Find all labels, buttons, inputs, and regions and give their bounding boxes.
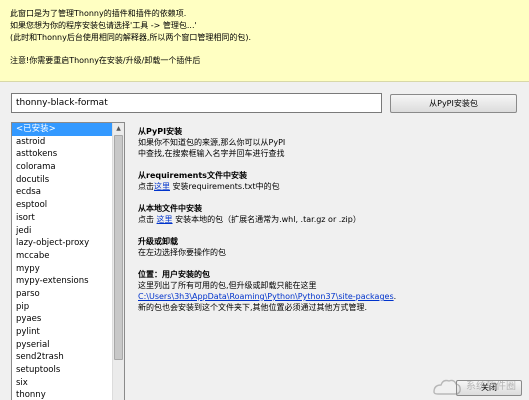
package-list-item[interactable]: setuptools — [12, 364, 112, 377]
pypi-section-line-1: 如果你不知道包的来源,那么你可以从PyPI — [138, 138, 286, 147]
pypi-section: 从PyPI安装 如果你不知道包的来源,那么你可以从PyPI 中查找,在搜索框输入… — [138, 126, 523, 159]
local-file-section: 从本地文件中安装 点击 这里 安装本地的包（扩展名通常为.whl, .tar.g… — [138, 203, 523, 225]
package-list-items: <已安装> astroid asttokens colorama docutils ecd… — [12, 123, 112, 400]
notice-warning: 注意!你需要重启Thonny在安装/升级/卸载一个插件后 — [10, 56, 201, 65]
upgrade-section-title: 升级或卸载 — [138, 237, 178, 246]
package-list-item[interactable]: docutils — [12, 174, 112, 187]
scroll-thumb[interactable] — [114, 135, 123, 360]
package-list-item[interactable]: isort — [12, 212, 112, 225]
package-list-item[interactable]: lazy-object-proxy — [12, 237, 112, 250]
package-list-item[interactable]: pyaes — [12, 313, 112, 326]
pypi-section-title: 从PyPI安装 — [138, 127, 183, 136]
package-list-item[interactable]: mypy — [12, 263, 112, 276]
package-list-item[interactable]: mypy-extensions — [12, 275, 112, 288]
info-panel: 从PyPI安装 如果你不知道包的来源,那么你可以从PyPI 中查找,在搜索框输入… — [138, 126, 523, 324]
package-list-item[interactable]: ecdsa — [12, 186, 112, 199]
package-list-item[interactable]: pylint — [12, 326, 112, 339]
install-from-pypi-button[interactable]: 从PyPI安装包 — [390, 94, 517, 113]
location-section: 位置：用户安装的包 这里列出了所有可用的包,但升级或卸载只能在这里 C:\Use… — [138, 269, 523, 313]
location-section-line-1: 这里列出了所有可用的包,但升级或卸载只能在这里 — [138, 281, 317, 290]
notice-line-3: (此时和Thonny后台使用相同的解释器,所以两个窗口管理相同的包). — [10, 33, 252, 42]
close-button[interactable]: 关闭 — [456, 380, 522, 396]
package-list-item[interactable]: esptool — [12, 199, 112, 212]
notice-line-1: 此窗口是为了管理Thonny的插件和插件的依赖项. — [10, 9, 187, 18]
requirements-section: 从requirements文件中安装 点击这里 安装requirements.t… — [138, 170, 523, 192]
info-notice: 此窗口是为了管理Thonny的插件和插件的依赖项. 如果您想为你的程序安装包请选… — [0, 0, 529, 82]
local-prefix: 点击 — [138, 215, 157, 224]
site-packages-path-link[interactable]: C:\Users\3h3\AppData\Roaming\Python\Pyth… — [138, 292, 394, 301]
notice-line-2: 如果您想为你的程序安装包请选择'工具 -> 管理包...' — [10, 21, 197, 30]
package-list-item[interactable]: thonny — [12, 389, 112, 400]
upgrade-section: 升级或卸载 在左边选择你要操作的包 — [138, 236, 523, 258]
package-list-item[interactable]: mccabe — [12, 250, 112, 263]
location-section-path-line: C:\Users\3h3\AppData\Roaming\Python\Pyth… — [138, 291, 523, 302]
package-list-item[interactable]: pyserial — [12, 339, 112, 352]
package-list[interactable]: <已安装> astroid asttokens colorama docutils ecd… — [11, 122, 125, 400]
local-suffix: 安装本地的包（扩展名通常为.whl, .tar.gz or .zip） — [172, 215, 361, 224]
package-list-item[interactable]: asttokens — [12, 148, 112, 161]
requirements-section-title: 从requirements文件中安装 — [138, 171, 247, 180]
package-list-item[interactable]: pip — [12, 301, 112, 314]
package-list-item[interactable]: six — [12, 377, 112, 390]
location-section-line-3: 新的包也会安装到这个文件夹下,其他位置必须通过其他方式管理. — [138, 303, 368, 312]
package-list-item[interactable]: astroid — [12, 136, 112, 149]
pypi-section-line-2: 中查找,在搜索框输入名字并回车进行查找 — [138, 149, 285, 158]
package-list-item[interactable]: <已安装> — [12, 123, 112, 136]
package-search-input[interactable] — [11, 93, 382, 113]
location-section-title: 位置：用户安装的包 — [138, 270, 210, 279]
package-list-scrollbar[interactable]: ▲ — [112, 123, 124, 400]
package-list-item[interactable]: send2trash — [12, 351, 112, 364]
scroll-up-arrow-icon[interactable]: ▲ — [113, 123, 124, 134]
package-list-item[interactable]: jedi — [12, 225, 112, 238]
requirements-here-link[interactable]: 这里 — [154, 182, 170, 191]
path-suffix: . — [393, 292, 397, 301]
local-file-section-line: 点击 这里 安装本地的包（扩展名通常为.whl, .tar.gz or .zip… — [138, 214, 523, 225]
requirements-prefix: 点击 — [138, 182, 154, 191]
package-list-item[interactable]: colorama — [12, 161, 112, 174]
upgrade-section-line: 在左边选择你要操作的包 — [138, 248, 226, 257]
package-list-item[interactable]: parso — [12, 288, 112, 301]
requirements-section-line: 点击这里 安装requirements.txt中的包 — [138, 181, 523, 192]
local-file-section-title: 从本地文件中安装 — [138, 204, 202, 213]
local-file-here-link[interactable]: 这里 — [157, 215, 173, 224]
requirements-suffix: 安装requirements.txt中的包 — [170, 182, 280, 191]
